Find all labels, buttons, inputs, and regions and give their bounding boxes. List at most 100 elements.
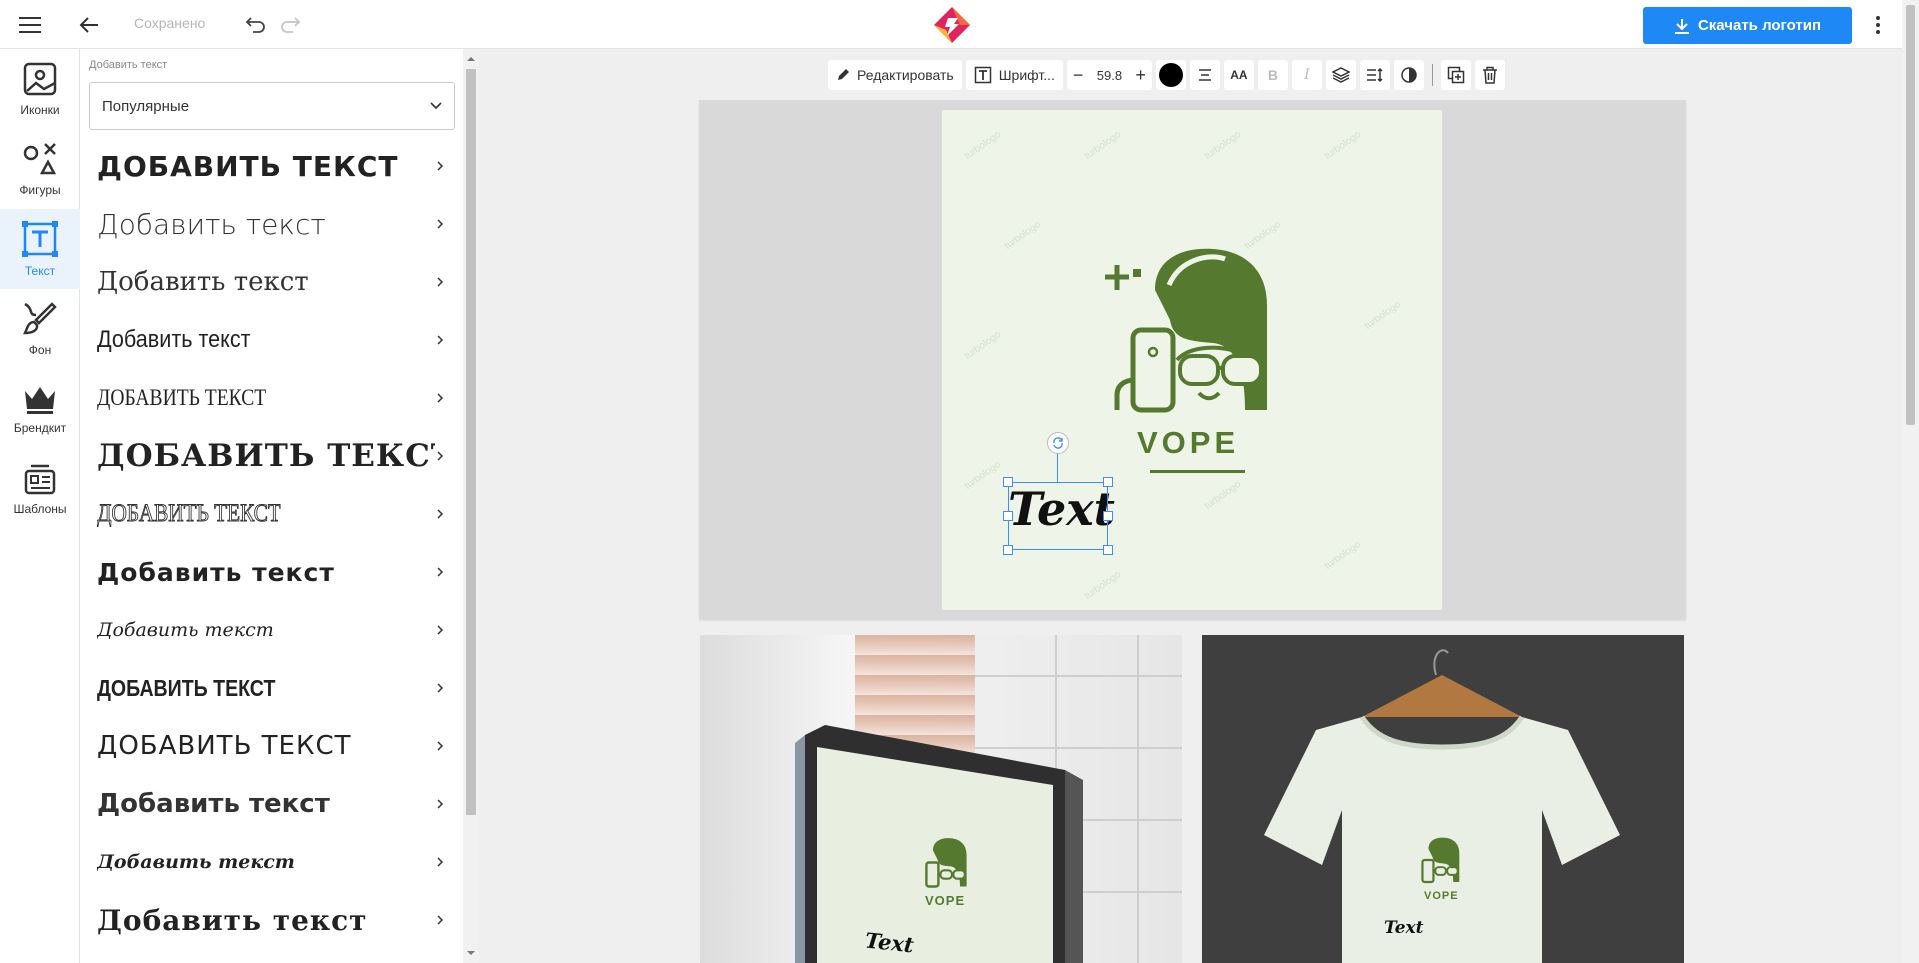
panel-scrollbar-thumb[interactable]: [466, 69, 476, 815]
rail-item-icons[interactable]: Иконки: [0, 49, 80, 129]
font-size-value[interactable]: 59.8: [1093, 68, 1125, 83]
font-preset-item[interactable]: Добавить текст: [89, 195, 455, 253]
font-preset-item[interactable]: ДОБАВИТЬ ТЕКСТ: [89, 485, 455, 543]
font-preset-item[interactable]: Добавить текст: [89, 253, 455, 311]
scroll-up-arrow-icon[interactable]: [467, 55, 475, 63]
rail-label: Шаблоны: [13, 502, 67, 516]
font-preset-sample: Добавить текст: [97, 619, 274, 641]
redo-icon[interactable]: [276, 10, 304, 38]
resize-handle[interactable]: [1003, 511, 1013, 521]
pencil-icon: [838, 69, 849, 80]
shirt-brand-text: VOPE: [1424, 890, 1459, 902]
chevron-right-icon: [437, 335, 444, 345]
panel-scrollbar[interactable]: [463, 49, 479, 963]
increase-size-icon[interactable]: +: [1135, 65, 1146, 86]
watermark-text: turbologo: [962, 329, 1004, 362]
text-icon: [22, 221, 58, 257]
resize-handle[interactable]: [1103, 477, 1113, 487]
layers-icon[interactable]: [1325, 60, 1356, 90]
font-preset-item[interactable]: Добавить текст: [89, 311, 455, 369]
shirt-logo-mark-icon: [1421, 837, 1460, 884]
font-preset-sample: Добавить текст: [97, 267, 309, 297]
italic-label: I: [1304, 67, 1310, 83]
trash-icon[interactable]: [1474, 60, 1505, 90]
chevron-right-icon: [437, 567, 444, 577]
font-preset-item[interactable]: ДОБАВИТЬ ТЕКСТ: [89, 369, 455, 427]
undo-icon[interactable]: [242, 10, 270, 38]
workspace-scrollbar-thumb[interactable]: [1906, 5, 1915, 425]
rotation-line: [1057, 452, 1058, 482]
chevron-right-icon: [437, 509, 444, 519]
rail-item-background[interactable]: Фон: [0, 289, 80, 369]
signboard-mockup[interactable]: VOPE Text: [700, 635, 1182, 963]
resize-handle[interactable]: [1003, 545, 1013, 555]
text-color-button[interactable]: [1155, 60, 1186, 90]
font-preset-sample: Добавить текст: [97, 557, 335, 587]
rail-item-templates[interactable]: Шаблоны: [0, 449, 80, 529]
sign-logo-mark-icon: [925, 838, 967, 888]
resize-handle[interactable]: [1103, 511, 1113, 521]
templates-icon: [24, 464, 56, 495]
font-select-button[interactable]: Шрифт...: [965, 60, 1063, 90]
chevron-down-icon: [430, 102, 442, 110]
rail-item-text[interactable]: Текст: [0, 209, 80, 289]
rotate-icon[interactable]: [1047, 432, 1069, 454]
rail-label: Фон: [28, 343, 52, 357]
resize-handle[interactable]: [1003, 477, 1013, 487]
font-preset-sample: ДОБАВИТЬ ТЕКСТ: [97, 149, 399, 183]
opacity-icon[interactable]: [1393, 60, 1424, 90]
font-preset-sample: ДОБАВИТЬ ТЕКСТ: [97, 674, 276, 701]
line-spacing-icon[interactable]: [1359, 60, 1390, 90]
font-preset-item[interactable]: ДОБАВИТЬ ТЕКСТ: [89, 717, 455, 775]
logo-mark-icon[interactable]: [1095, 245, 1295, 415]
font-preset-item[interactable]: Добавить текст: [89, 833, 455, 891]
brand-name-text[interactable]: VOPE: [1137, 425, 1239, 461]
rail-item-shapes[interactable]: Фигуры: [0, 129, 80, 209]
align-center-icon[interactable]: [1189, 60, 1220, 90]
chevron-right-icon: [437, 683, 444, 693]
toolbar-divider: [1431, 64, 1433, 86]
back-arrow-icon[interactable]: [72, 10, 106, 40]
font-preset-item[interactable]: ДОБАВИТЬ ТЕКСТ: [89, 427, 455, 485]
rail-label: Брендкит: [13, 421, 67, 435]
font-label: Шрифт...: [998, 67, 1055, 83]
font-category-value: Популярные: [102, 97, 190, 115]
scroll-down-arrow-icon[interactable]: [467, 949, 475, 957]
add-text-panel: Добавить текст Популярные ДОБАВИТЬ ТЕКСТ…: [81, 49, 463, 963]
font-category-select[interactable]: Популярные: [89, 82, 455, 130]
selection-box[interactable]: [1008, 482, 1108, 550]
watermark-text: turbologo: [1082, 129, 1124, 162]
chevron-right-icon: [437, 219, 444, 229]
resize-handle[interactable]: [1103, 545, 1113, 555]
edit-label: Редактировать: [857, 67, 954, 83]
chevron-right-icon: [437, 799, 444, 809]
font-preset-item[interactable]: Добавить текст: [89, 775, 455, 833]
watermark-text: turbologo: [1322, 539, 1364, 572]
tshirt-mockup[interactable]: VOPE Text: [1202, 635, 1684, 963]
text-case-button[interactable]: AA: [1223, 60, 1254, 90]
download-logo-button[interactable]: Скачать логотип: [1643, 7, 1852, 44]
image-icon: [23, 62, 57, 96]
font-preset-item[interactable]: ДОБАВИТЬ ТЕКСТ: [89, 137, 455, 195]
chevron-right-icon: [437, 277, 444, 287]
decrease-size-icon[interactable]: −: [1073, 65, 1084, 86]
font-preset-item[interactable]: ДОБАВИТЬ ТЕКСТ: [89, 659, 455, 717]
rail-label: Иконки: [20, 103, 60, 117]
more-vertical-icon[interactable]: [1866, 12, 1890, 38]
bold-label: B: [1267, 67, 1278, 83]
hamburger-menu-icon[interactable]: [12, 10, 48, 40]
bold-button[interactable]: B: [1257, 60, 1288, 90]
turbologo-logo-icon[interactable]: [932, 6, 972, 44]
italic-button[interactable]: I: [1291, 60, 1322, 90]
workspace-scrollbar[interactable]: [1902, 0, 1919, 963]
shapes-icon: [23, 143, 57, 175]
font-preset-item[interactable]: Добавить текст: [89, 543, 455, 601]
rail-item-brandkit[interactable]: Брендкит: [0, 369, 80, 449]
font-preset-item[interactable]: Добавить текст: [89, 891, 455, 949]
download-label: Скачать логотип: [1697, 17, 1822, 34]
top-bar: Сохранено Скачать логотип: [0, 0, 1919, 49]
font-preset-item[interactable]: Добавить текст: [89, 601, 455, 659]
duplicate-icon[interactable]: [1440, 60, 1471, 90]
rail-label: Текст: [24, 264, 56, 278]
edit-text-button[interactable]: Редактировать: [828, 60, 962, 90]
